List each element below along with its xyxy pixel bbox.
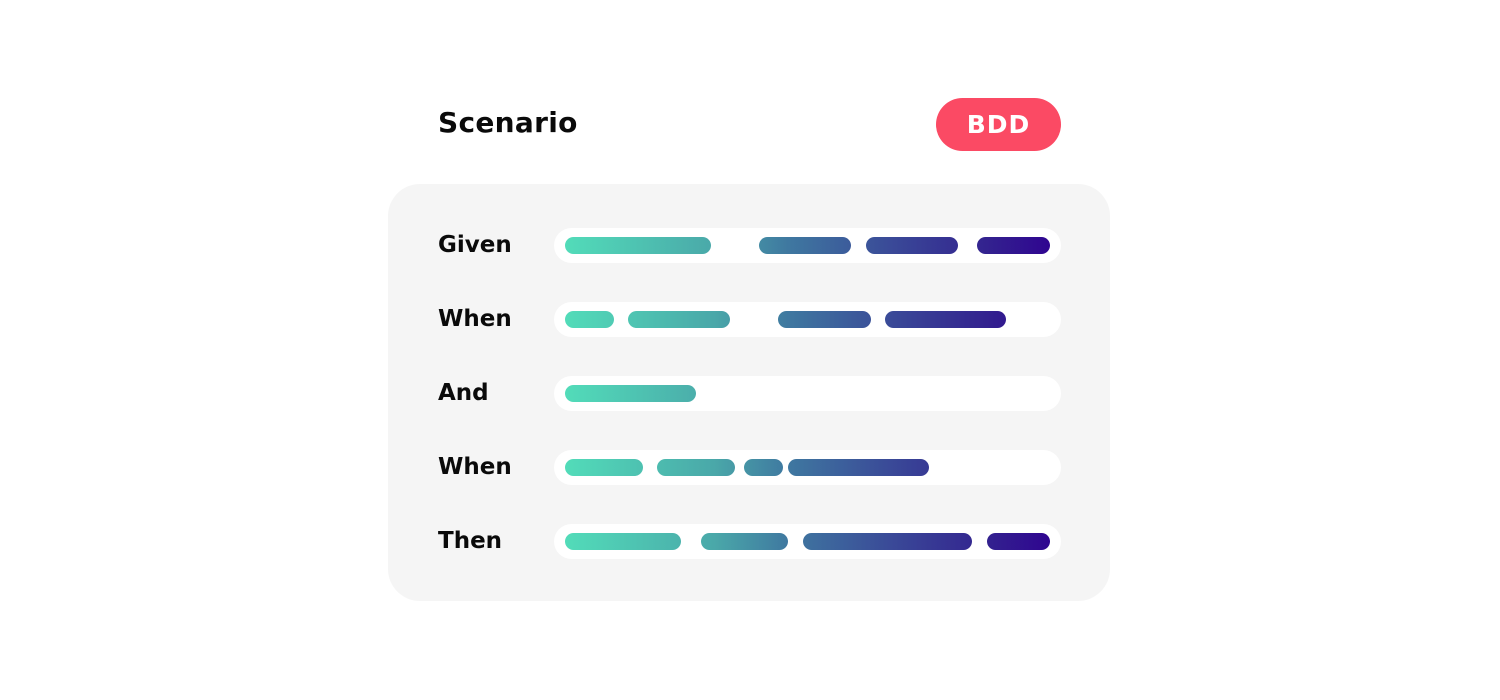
- step-segment: [700, 533, 789, 550]
- step-label-when: When: [438, 306, 512, 332]
- step-segment: [759, 237, 852, 254]
- step-segment: [565, 459, 643, 476]
- step-segment: [885, 311, 1007, 328]
- step-label-then: Then: [438, 528, 503, 554]
- step-label-when: When: [438, 454, 512, 480]
- step-track: [554, 524, 1061, 559]
- step-segment: [657, 459, 735, 476]
- step-track: [554, 302, 1061, 337]
- bdd-badge: BDD: [936, 98, 1061, 151]
- step-track: [554, 228, 1061, 263]
- step-segment: [977, 237, 1050, 254]
- step-track: [554, 376, 1061, 411]
- step-label-given: Given: [438, 232, 512, 258]
- step-segment: [744, 459, 784, 476]
- step-segment: [565, 533, 682, 550]
- step-segment: [565, 311, 614, 328]
- step-label-and: And: [438, 380, 489, 406]
- step-segment: [628, 311, 730, 328]
- step-segment: [802, 533, 973, 550]
- step-segment: [986, 533, 1050, 550]
- step-segment: [788, 459, 929, 476]
- step-segment: [865, 237, 958, 254]
- step-segment: [565, 237, 711, 254]
- step-segment: [778, 311, 871, 328]
- step-track: [554, 450, 1061, 485]
- step-segment: [565, 385, 696, 402]
- scenario-title: Scenario: [438, 106, 578, 139]
